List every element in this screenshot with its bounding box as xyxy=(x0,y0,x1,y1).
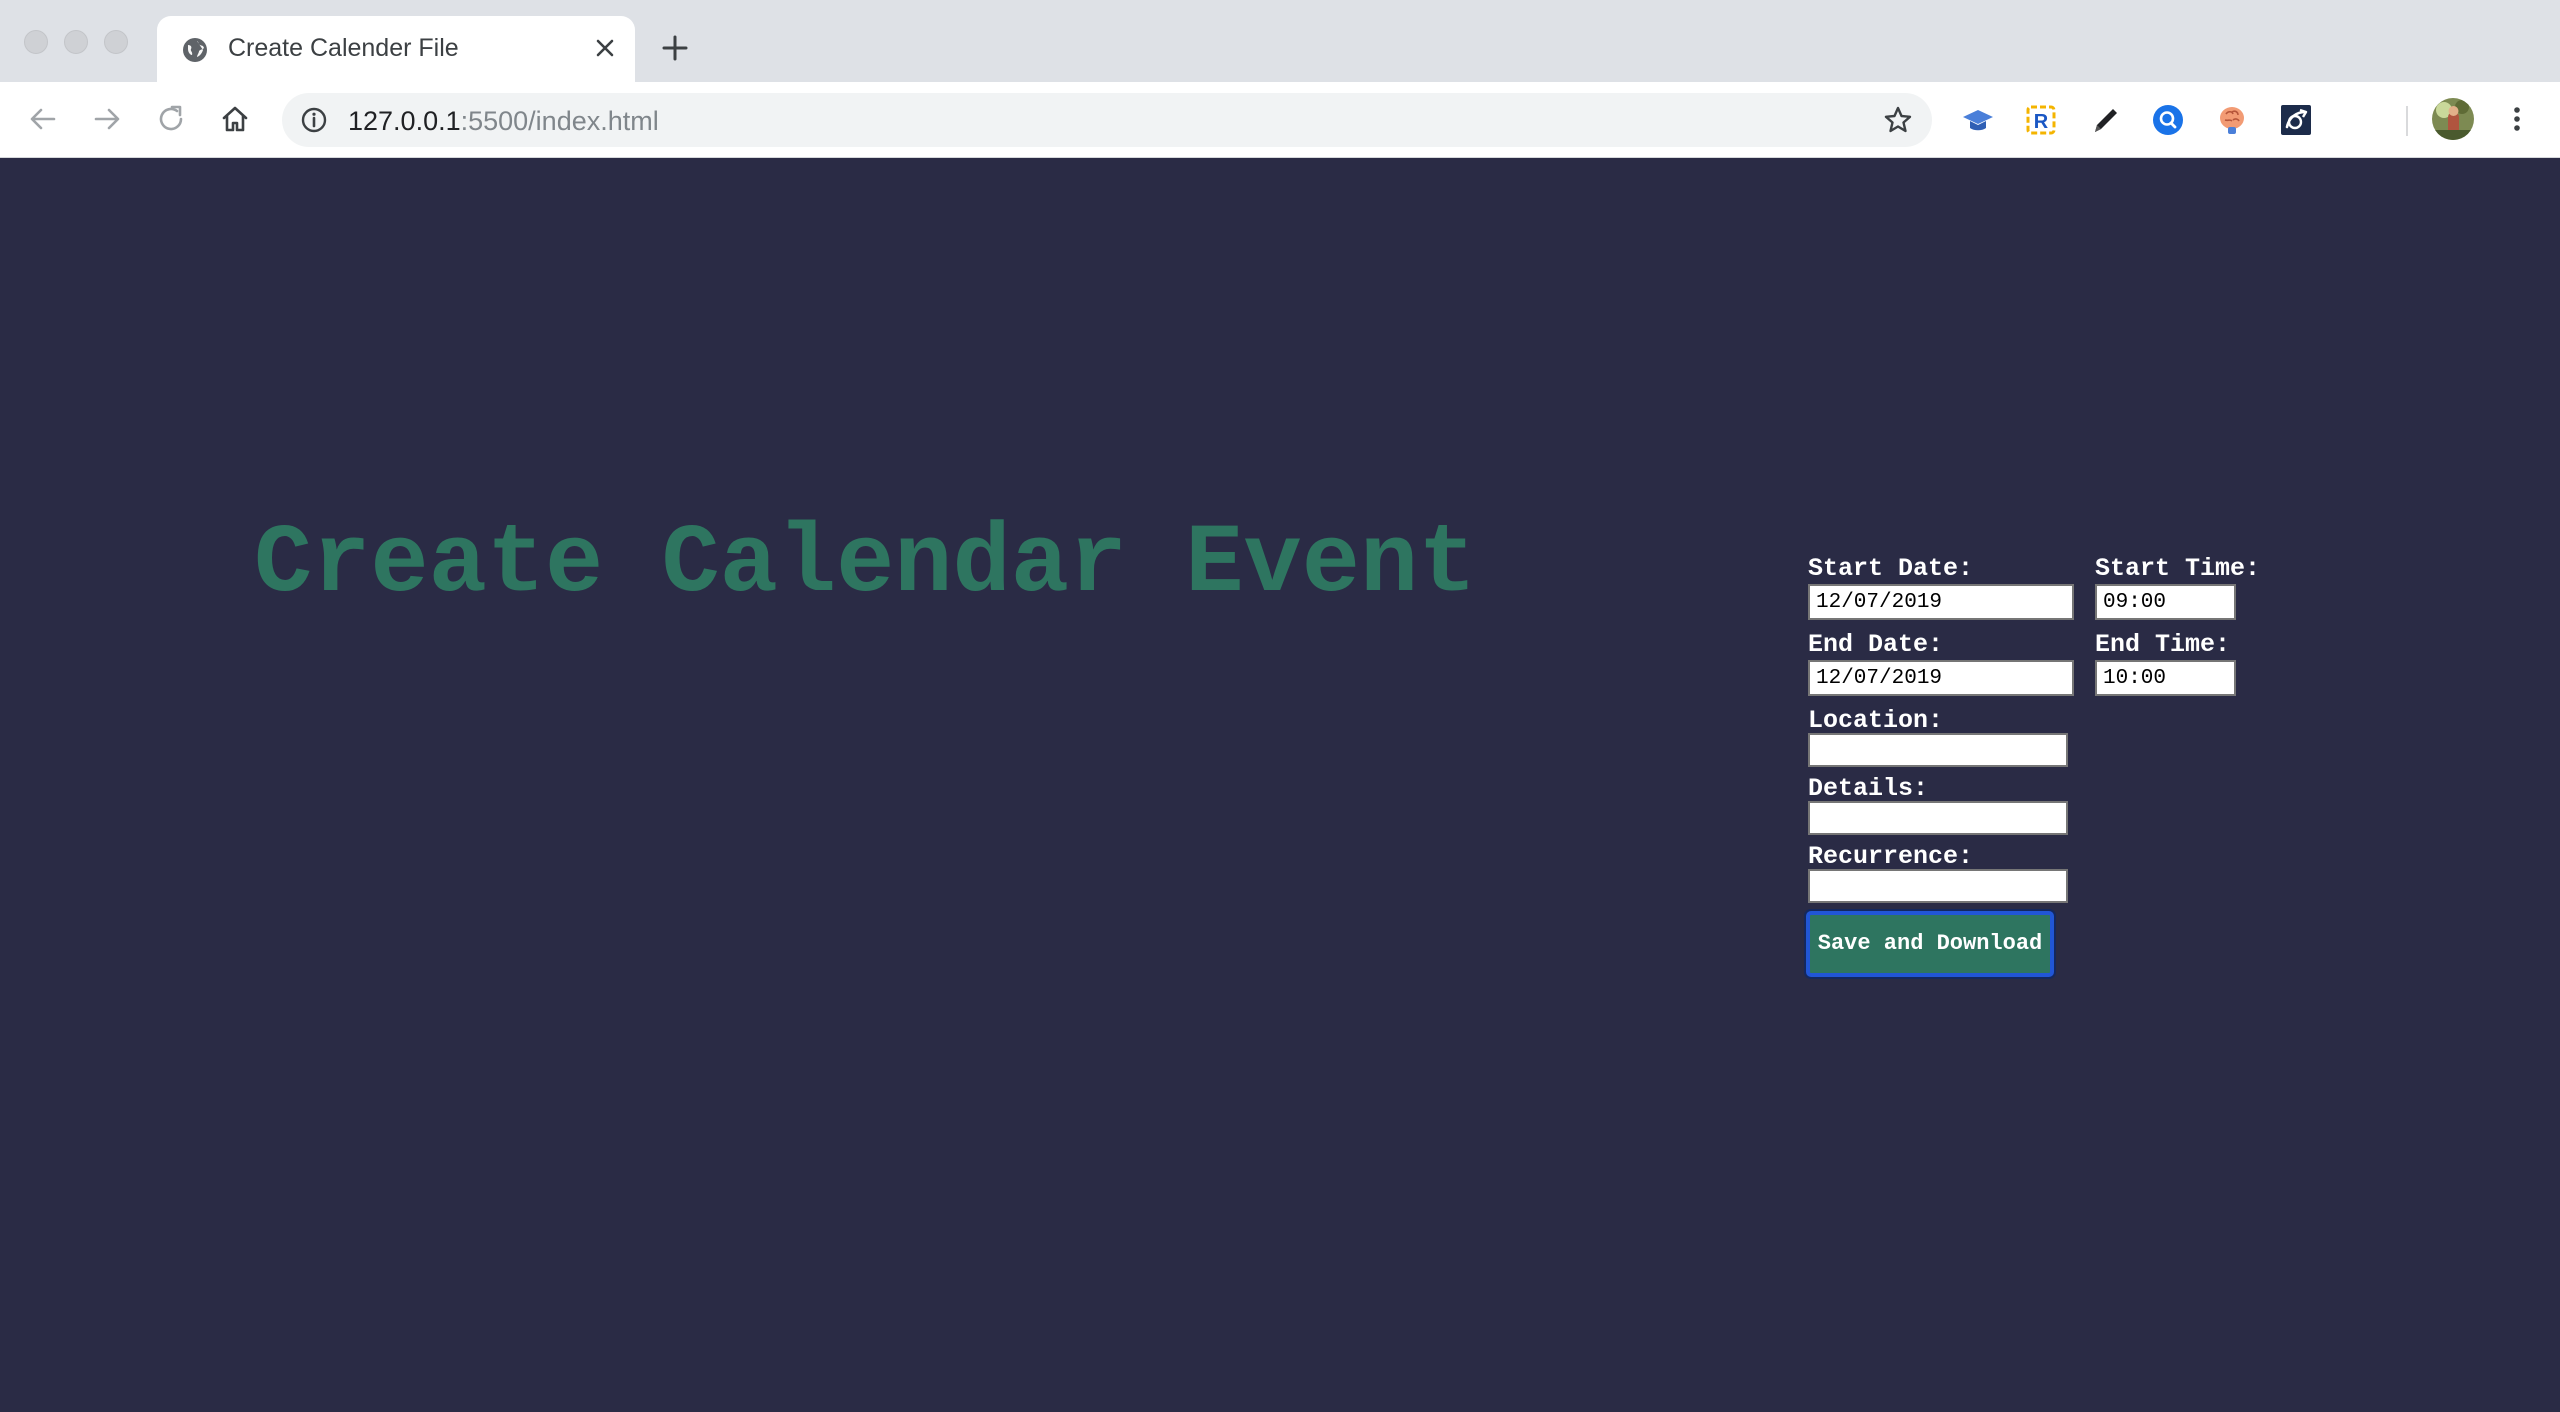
start-date-input[interactable] xyxy=(1808,584,2074,620)
url-path: :5500/index.html xyxy=(460,106,659,136)
location-label: Location: xyxy=(1808,706,1944,735)
start-time-label: Start Time: xyxy=(2095,554,2261,583)
window-zoom-button[interactable] xyxy=(104,30,128,54)
link-extension-icon[interactable] xyxy=(2278,102,2314,138)
page-content xyxy=(0,158,2560,1412)
end-time-input[interactable] xyxy=(2095,660,2236,696)
recurrence-input[interactable] xyxy=(1808,869,2068,903)
star-icon[interactable] xyxy=(1882,104,1914,136)
end-date-input[interactable] xyxy=(1808,660,2074,696)
url-text[interactable]: 127.0.0.1:5500/index.html xyxy=(348,106,659,137)
toolbar-separator xyxy=(2406,106,2408,136)
browser-tab-active[interactable]: Create Calender File xyxy=(157,16,635,82)
window-minimize-button[interactable] xyxy=(64,30,88,54)
pen-extension-icon[interactable] xyxy=(2087,102,2123,138)
window-close-button[interactable] xyxy=(24,30,48,54)
start-time-input[interactable] xyxy=(2095,584,2236,620)
url-host: 127.0.0.1 xyxy=(348,106,461,136)
forward-button[interactable] xyxy=(90,102,124,136)
details-input[interactable] xyxy=(1808,801,2068,835)
home-button[interactable] xyxy=(218,102,252,136)
back-button[interactable] xyxy=(26,102,60,136)
location-input[interactable] xyxy=(1808,733,2068,767)
kebab-menu-icon[interactable] xyxy=(2500,102,2534,136)
info-icon[interactable] xyxy=(300,106,328,134)
search-extension-icon[interactable] xyxy=(2150,102,2186,138)
graduation-cap-extension-icon[interactable] xyxy=(1960,102,1996,138)
tab-strip: Create Calender File xyxy=(0,0,2560,82)
close-icon[interactable] xyxy=(590,33,620,63)
r-extension-icon[interactable]: R xyxy=(2023,102,2059,138)
profile-avatar[interactable] xyxy=(2432,98,2474,140)
new-tab-button[interactable] xyxy=(660,33,690,63)
page-title: Create Calendar Event xyxy=(254,510,1477,620)
brain-extension-icon[interactable] xyxy=(2214,102,2250,138)
svg-text:R: R xyxy=(2034,111,2049,133)
globe-icon xyxy=(183,38,207,62)
tab-title: Create Calender File xyxy=(228,34,459,62)
end-time-label: End Time: xyxy=(2095,630,2231,659)
end-date-label: End Date: xyxy=(1808,630,1944,659)
details-label: Details: xyxy=(1808,774,1929,803)
profile-avatar-image xyxy=(2432,98,2474,140)
recurrence-label: Recurrence: xyxy=(1808,842,1974,871)
reload-button[interactable] xyxy=(154,102,188,136)
start-date-label: Start Date: xyxy=(1808,554,1974,583)
save-and-download-button[interactable]: Save and Download xyxy=(1806,911,2054,977)
browser-toolbar: 127.0.0.1:5500/index.html R xyxy=(0,82,2560,158)
address-bar[interactable]: 127.0.0.1:5500/index.html xyxy=(282,93,1932,147)
